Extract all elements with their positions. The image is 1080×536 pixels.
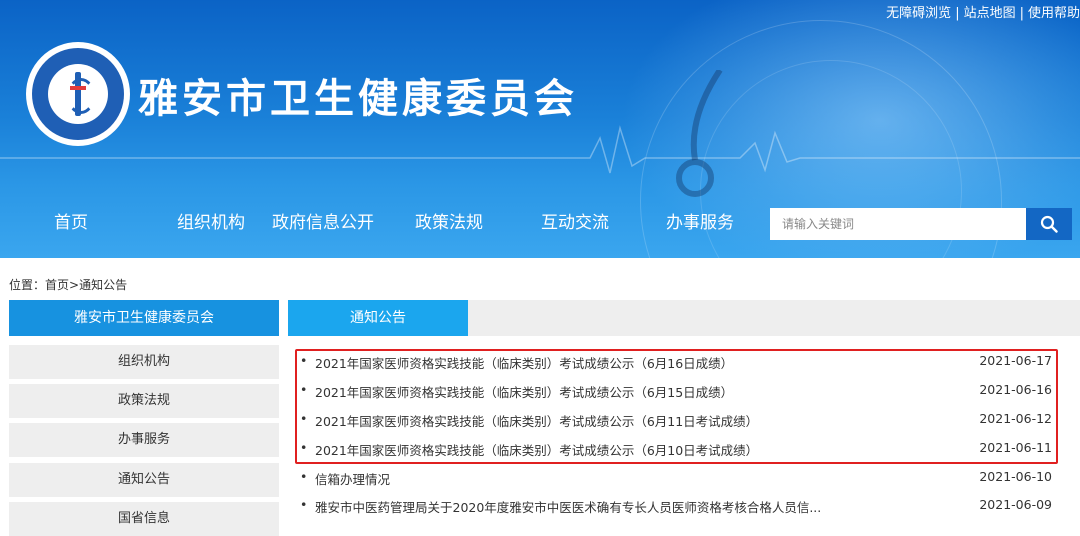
nav-home[interactable]: 首页 [30, 195, 112, 251]
tab-notices[interactable]: 通知公告 [288, 300, 468, 336]
breadcrumb-prefix: 位置： [9, 278, 46, 292]
commission-logo [26, 42, 130, 146]
bullet: • [300, 411, 308, 426]
help-link[interactable]: 使用帮助 [1028, 6, 1080, 21]
sitemap-link[interactable]: 站点地图 [964, 6, 1016, 21]
list-item[interactable]: • 雅安市中医药管理局关于2020年度雅安市中医医术确有专长人员医师资格考核合格… [300, 497, 1052, 517]
nav-organization[interactable]: 组织机构 [150, 195, 272, 251]
sidebar-item-services[interactable]: 办事服务 [9, 423, 279, 457]
accessibility-link[interactable]: 无障碍浏览 [886, 6, 951, 21]
list-item-date: 2021-06-09 [979, 497, 1052, 512]
list-item-date: 2021-06-11 [979, 440, 1052, 455]
top-link-separator: | [1019, 6, 1024, 21]
sidebar-item-national-provincial[interactable]: 国省信息 [9, 502, 279, 536]
nav-policy[interactable]: 政策法规 [400, 195, 498, 251]
bullet: • [300, 497, 308, 512]
list-item-date: 2021-06-16 [979, 382, 1052, 397]
list-item-date: 2021-06-10 [979, 469, 1052, 484]
list-item[interactable]: • 信箱办理情况 2021-06-10 [300, 469, 1052, 489]
top-link-separator: | [955, 6, 960, 21]
list-item[interactable]: • 2021年国家医师资格实践技能（临床类别）考试成绩公示（6月11日考试成绩）… [300, 411, 1052, 431]
list-item-date: 2021-06-17 [979, 353, 1052, 368]
list-item[interactable]: • 2021年国家医师资格实践技能（临床类别）考试成绩公示（6月15日成绩） 2… [300, 382, 1052, 402]
breadcrumb-home[interactable]: 首页 [45, 278, 69, 292]
list-item-title[interactable]: 2021年国家医师资格实践技能（临床类别）考试成绩公示（6月15日成绩） [315, 382, 733, 401]
search-input[interactable] [770, 208, 1026, 240]
list-item[interactable]: • 2021年国家医师资格实践技能（临床类别）考试成绩公示（6月10日考试成绩）… [300, 440, 1052, 460]
site-title: 雅安市卫生健康委员会 [138, 76, 578, 122]
search-button[interactable] [1026, 208, 1072, 240]
bullet: • [300, 440, 308, 455]
logo-cross [70, 86, 86, 90]
heartbeat-line-decoration [0, 125, 1080, 174]
list-item-title[interactable]: 信箱办理情况 [315, 469, 390, 488]
list-item-title[interactable]: 2021年国家医师资格实践技能（临床类别）考试成绩公示（6月10日考试成绩） [315, 440, 758, 459]
sidebar-item-notices[interactable]: 通知公告 [9, 463, 279, 497]
list-item-date: 2021-06-12 [979, 411, 1052, 426]
stethoscope-icon [676, 70, 723, 197]
breadcrumb: 位置：首页>通知公告 [9, 276, 127, 293]
bullet: • [300, 353, 308, 368]
list-item[interactable]: • 2021年国家医师资格实践技能（临床类别）考试成绩公示（6月16日成绩） 2… [300, 353, 1052, 373]
sidebar-item-organization[interactable]: 组织机构 [9, 345, 279, 379]
breadcrumb-separator: > [69, 278, 80, 292]
breadcrumb-current[interactable]: 通知公告 [79, 278, 127, 292]
list-item-title[interactable]: 2021年国家医师资格实践技能（临床类别）考试成绩公示（6月16日成绩） [315, 353, 733, 372]
bullet: • [300, 382, 308, 397]
nav-interaction[interactable]: 互动交流 [525, 195, 625, 251]
list-item-title[interactable]: 雅安市中医药管理局关于2020年度雅安市中医医术确有专长人员医师资格考核合格人员… [315, 497, 821, 516]
search-icon [1040, 215, 1058, 233]
nav-services[interactable]: 办事服务 [650, 195, 750, 251]
sidebar-header: 雅安市卫生健康委员会 [9, 300, 279, 336]
sidebar-item-policy[interactable]: 政策法规 [9, 384, 279, 418]
logo-snake [67, 78, 95, 114]
top-utility-links: 无障碍浏览 | 站点地图 | 使用帮助 [886, 2, 1080, 22]
nav-gov-info[interactable]: 政府信息公开 [270, 195, 376, 251]
list-item-title[interactable]: 2021年国家医师资格实践技能（临床类别）考试成绩公示（6月11日考试成绩） [315, 411, 758, 430]
bullet: • [300, 469, 308, 484]
